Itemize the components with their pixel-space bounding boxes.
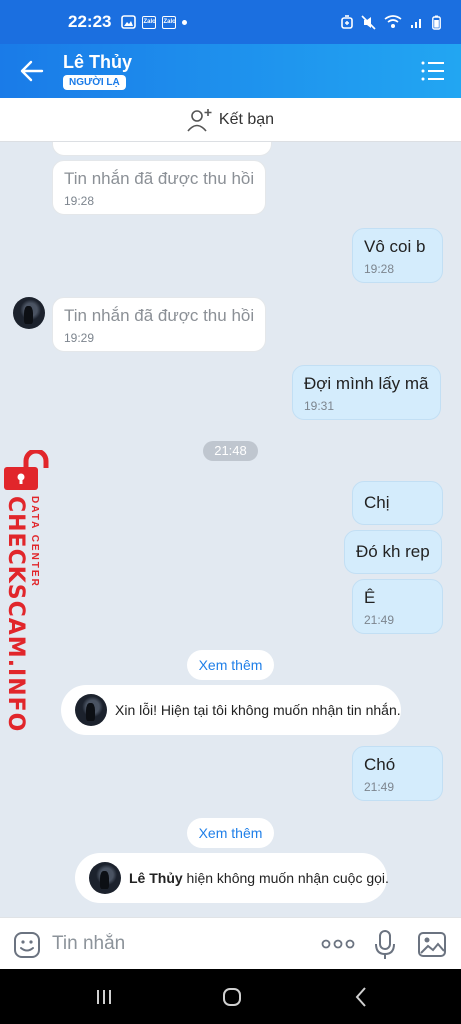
time-divider: 21:48 xyxy=(203,441,258,461)
message-text: Chị xyxy=(364,493,390,512)
gallery-icon xyxy=(121,15,137,29)
checkscam-watermark: CHECKSCAM.INFO DATA CENTER xyxy=(2,450,50,732)
add-friend-label: Kết bạn xyxy=(218,110,275,128)
no-calls-notice: Lê Thủy hiện không muốn nhận cuộc gọi. xyxy=(75,853,389,903)
message-text: Vô coi b xyxy=(364,237,426,256)
see-more-button[interactable]: Xem thêm xyxy=(187,818,274,848)
home-icon[interactable] xyxy=(222,987,242,1007)
contact-name[interactable]: Lê Thủy xyxy=(63,52,132,73)
message-bubble-outgoing[interactable]: Chị xyxy=(352,481,443,525)
message-input[interactable] xyxy=(52,930,272,958)
message-text: Đợi mình lấy mã xyxy=(304,374,429,393)
watermark-subtext: DATA CENTER xyxy=(29,496,40,588)
message-text: Tin nhắn đã được thu hồi xyxy=(64,306,255,325)
chat-header: Lê Thủy NGƯỜI LẠ xyxy=(0,44,461,98)
notice-text: Lê Thủy hiện không muốn nhận cuộc gọi. xyxy=(129,870,389,886)
message-bubble-incoming[interactable]: Tin nhắn đã được thu hồi 19:28 xyxy=(52,160,267,215)
avatar xyxy=(89,862,121,894)
add-user-icon xyxy=(187,108,212,132)
notice-call-text: hiện không muốn nhận cuộc gọi. xyxy=(182,870,389,886)
menu-list-icon[interactable] xyxy=(421,60,445,82)
back-arrow-icon[interactable] xyxy=(18,57,46,85)
message-bubble-outgoing[interactable]: Đó kh rep xyxy=(344,530,442,574)
watermark-text: CHECKSCAM.INFO xyxy=(3,496,28,733)
alarm-icon xyxy=(341,15,353,29)
message-bubble-outgoing[interactable]: Chó 21:49 xyxy=(352,746,443,801)
mute-icon xyxy=(361,14,376,30)
message-text: Tin nhắn đã được thu hồi xyxy=(64,169,255,188)
system-nav-bar xyxy=(0,969,461,1024)
status-app-icons: Zalo Zalo xyxy=(121,15,188,29)
status-system-icons xyxy=(341,14,441,30)
message-text: Chó xyxy=(364,755,396,774)
message-bubble-outgoing[interactable]: Đợi mình lấy mã 19:31 xyxy=(292,365,441,420)
recent-apps-icon[interactable] xyxy=(94,987,114,1007)
battery-icon xyxy=(432,15,441,30)
image-gallery-icon[interactable] xyxy=(417,931,447,958)
message-bubble-partial[interactable] xyxy=(52,142,272,156)
status-bar: 22:23 Zalo Zalo xyxy=(0,0,461,44)
sticker-icon[interactable] xyxy=(13,931,41,959)
message-input-bar xyxy=(0,917,461,969)
message-time: 21:49 xyxy=(364,613,395,627)
add-friend-button[interactable]: Kết bạn xyxy=(0,98,461,142)
message-bubble-incoming[interactable]: Tin nhắn đã được thu hồi 19:29 xyxy=(52,297,267,352)
more-options-icon[interactable] xyxy=(321,936,355,952)
message-text: Ê xyxy=(364,588,376,607)
message-time: 19:28 xyxy=(64,194,95,208)
message-time: 19:28 xyxy=(364,262,395,276)
notice-contact-name: Lê Thủy xyxy=(129,870,183,886)
message-time: 19:29 xyxy=(64,331,95,345)
signal-icon xyxy=(411,19,421,28)
zalo-icon: Zalo xyxy=(162,15,177,29)
chat-area[interactable]: Tin nhắn đã được thu hồi 19:28 Vô coi b … xyxy=(0,142,461,917)
notification-dot-icon xyxy=(182,19,188,25)
wifi-icon xyxy=(384,15,402,28)
message-time: 19:31 xyxy=(304,399,335,413)
avatar[interactable] xyxy=(13,297,45,329)
status-time: 22:23 xyxy=(68,12,112,31)
microphone-icon[interactable] xyxy=(374,930,396,960)
lock-icon xyxy=(4,450,49,490)
message-bubble-outgoing[interactable]: Ê 21:49 xyxy=(352,579,443,634)
message-time: 21:49 xyxy=(364,780,395,794)
stranger-badge: NGƯỜI LẠ xyxy=(63,75,126,90)
zalo-icon: Zalo xyxy=(142,15,157,29)
notice-text: Xin lỗi! Hiện tại tôi không muốn nhận ti… xyxy=(115,702,401,718)
nav-back-icon[interactable] xyxy=(354,986,368,1008)
avatar xyxy=(75,694,107,726)
no-messages-notice: Xin lỗi! Hiện tại tôi không muốn nhận ti… xyxy=(61,685,401,735)
see-more-button[interactable]: Xem thêm xyxy=(187,650,274,680)
message-bubble-outgoing[interactable]: Vô coi b 19:28 xyxy=(352,228,443,283)
message-text: Đó kh rep xyxy=(356,542,430,561)
